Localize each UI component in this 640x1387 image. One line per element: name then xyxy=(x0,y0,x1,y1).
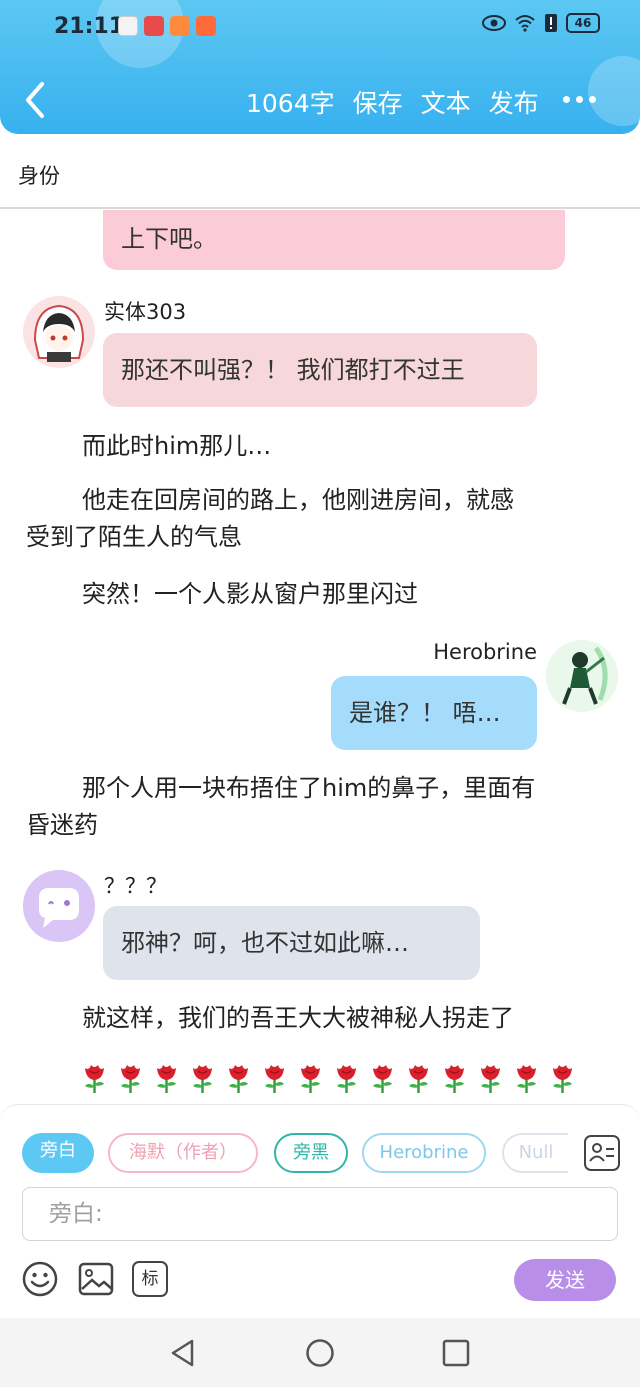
rose-icon xyxy=(517,1065,536,1093)
avatar[interactable] xyxy=(546,640,618,712)
status-notification-icons xyxy=(118,16,216,36)
store-app-icon xyxy=(196,16,216,36)
narration-text: 昏迷药 xyxy=(26,811,98,839)
rose-icon xyxy=(373,1065,392,1093)
rose-icon xyxy=(301,1065,320,1093)
rose-icon xyxy=(337,1065,356,1093)
word-count: 1064字 xyxy=(246,89,335,118)
message-bubble[interactable]: 是谁？！ 唔… xyxy=(331,676,537,750)
status-indicators: 46 xyxy=(482,13,600,33)
narration-text: 而此时him那儿… xyxy=(82,432,272,460)
rose-icon xyxy=(265,1065,284,1093)
rose-icon xyxy=(229,1065,248,1093)
send-button[interactable]: 发送 xyxy=(514,1259,616,1301)
wifi-icon xyxy=(515,15,535,32)
game-app-icon xyxy=(170,16,190,36)
message-bubble[interactable]: 邪神？呵，也不过如此嘛… xyxy=(103,906,480,980)
app-header: 21:11 46 1064字 保存 文本 发布 xyxy=(0,0,640,134)
publish-button[interactable]: 发布 xyxy=(489,84,539,120)
role-chip-herobrine[interactable]: Herobrine xyxy=(362,1133,486,1173)
rose-icon xyxy=(481,1065,500,1093)
status-time: 21:11 xyxy=(54,14,125,39)
rose-emoji-row xyxy=(82,1062,575,1094)
role-chip-null[interactable]: Null xyxy=(502,1133,568,1173)
role-chip-black[interactable]: 旁黑 xyxy=(274,1133,348,1173)
chat-area[interactable]: 上下吧。 实体303 那还不叫强？！ 我们都打不过王 而此时him那儿… 他走在… xyxy=(0,210,640,1105)
avatar[interactable] xyxy=(23,296,95,368)
identity-row[interactable]: 身份 xyxy=(0,134,640,209)
image-icon[interactable] xyxy=(78,1261,114,1297)
text-button[interactable]: 文本 xyxy=(421,84,471,120)
speaker-name: 实体303 xyxy=(104,300,187,324)
nav-recents-icon[interactable] xyxy=(441,1338,471,1368)
system-navigation-bar xyxy=(0,1318,640,1387)
speaker-name: Herobrine xyxy=(433,640,537,664)
narration-text: 突然！一个人影从窗户那里闪过 xyxy=(82,580,418,608)
message-bubble[interactable]: 上下吧。 xyxy=(103,210,565,270)
save-button[interactable]: 保存 xyxy=(353,84,403,120)
eye-icon xyxy=(482,15,506,31)
message-text: 那还不叫强？！ 我们都打不过王 xyxy=(121,356,465,384)
rose-icon xyxy=(409,1065,428,1093)
rose-icon xyxy=(445,1065,464,1093)
nav-home-icon[interactable] xyxy=(305,1338,335,1368)
more-options-icon[interactable] xyxy=(563,96,596,103)
message-text: 是谁？！ 唔… xyxy=(349,699,501,727)
contact-card-icon[interactable] xyxy=(584,1135,620,1171)
narration-text: 受到了陌生人的气息 xyxy=(26,523,242,551)
battery-indicator: 46 xyxy=(566,13,600,33)
speaker-name: ？？？ xyxy=(104,874,167,898)
narration-text: 那个人用一块布捂住了him的鼻子，里面有 xyxy=(82,774,536,802)
huawei-app-icon xyxy=(144,16,164,36)
avatar[interactable] xyxy=(23,870,95,942)
message-text: 上下吧。 xyxy=(121,225,217,253)
nav-back-icon[interactable] xyxy=(168,1338,198,1368)
tag-icon[interactable]: 标 xyxy=(132,1261,168,1297)
role-chip-narration[interactable]: 旁白 xyxy=(22,1133,94,1173)
message-input[interactable] xyxy=(22,1187,618,1241)
role-chip-author[interactable]: 海默（作者） xyxy=(108,1133,258,1173)
box-app-icon xyxy=(118,16,138,36)
back-arrow-icon[interactable] xyxy=(20,80,50,120)
status-bar: 21:11 46 xyxy=(0,0,640,52)
sim-alert-icon xyxy=(545,14,557,32)
rose-icon xyxy=(85,1065,104,1093)
identity-label: 身份 xyxy=(18,164,60,188)
rose-icon xyxy=(157,1065,176,1093)
rose-icon xyxy=(193,1065,212,1093)
message-text: 邪神？呵，也不过如此嘛… xyxy=(121,929,409,957)
narration-text: 他走在回房间的路上，他刚进房间，就感 xyxy=(82,486,514,514)
input-panel: 旁白 海默（作者） 旁黑 Herobrine Null 标 发送 xyxy=(0,1104,640,1318)
rose-icon xyxy=(121,1065,140,1093)
rose-icon xyxy=(553,1065,572,1093)
header-bubble-decoration xyxy=(588,56,640,126)
narration-text: 就这样，我们的吾王大大被神秘人拐走了 xyxy=(82,1004,514,1032)
emoji-icon[interactable] xyxy=(22,1261,58,1297)
header-toolbar: 1064字 保存 文本 发布 xyxy=(246,84,539,120)
message-bubble[interactable]: 那还不叫强？！ 我们都打不过王 xyxy=(103,333,537,407)
